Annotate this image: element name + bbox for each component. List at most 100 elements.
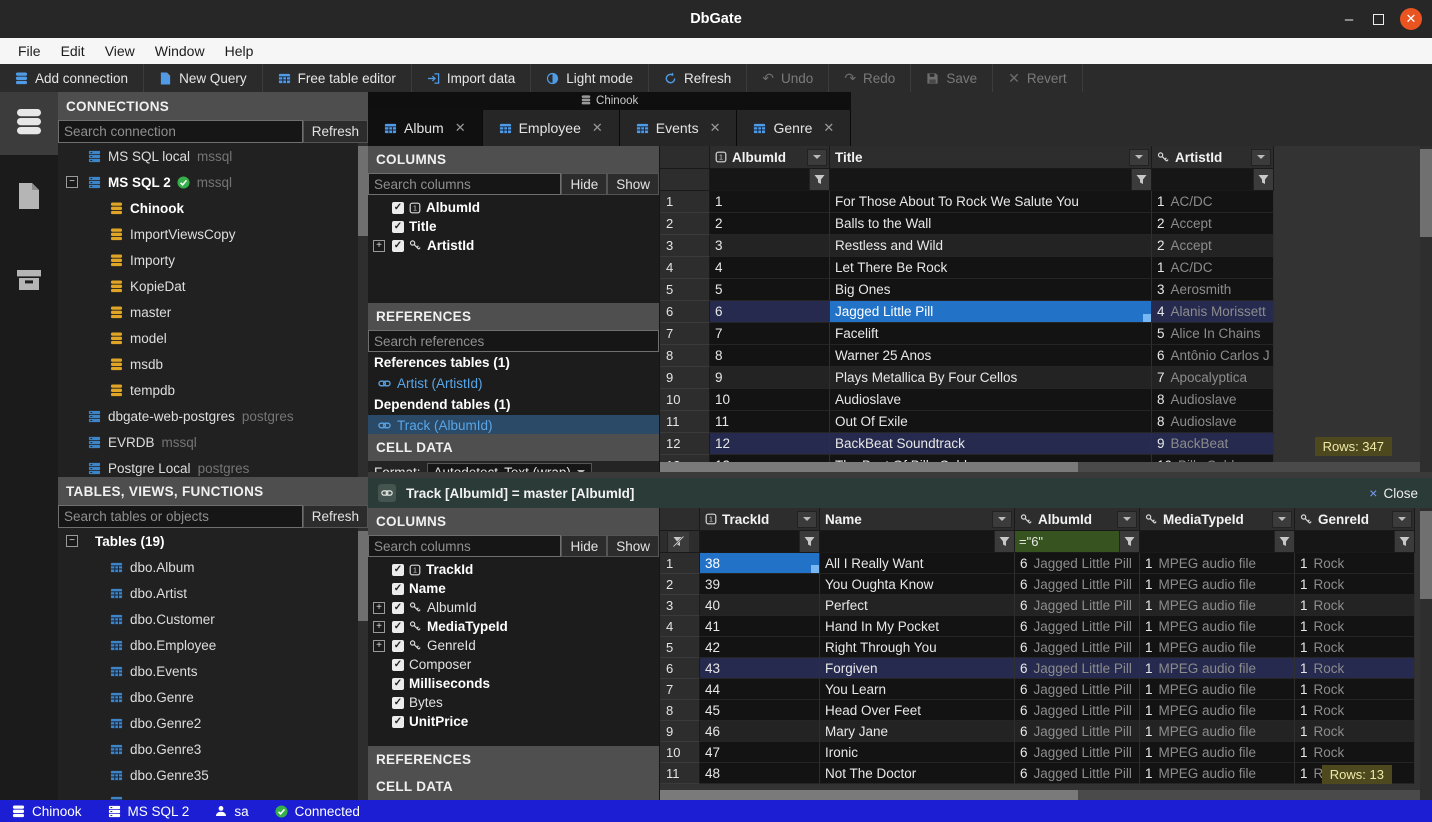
expand-icon[interactable]: + [373, 240, 385, 252]
toolbar-new-query-button[interactable]: New Query [144, 64, 263, 92]
cell[interactable]: 10Billy Cobham [1152, 455, 1274, 462]
cell[interactable]: Head Over Feet [820, 700, 1015, 721]
celldata-section-header[interactable]: CELL DATA [368, 434, 659, 461]
menu-file[interactable]: File [8, 43, 51, 59]
menu-edit[interactable]: Edit [51, 43, 95, 59]
filter-input-albumid[interactable] [710, 169, 809, 190]
tab-genre[interactable]: Genre✕ [737, 110, 851, 146]
column-menu-button[interactable] [807, 149, 827, 166]
hide-button[interactable]: Hide [561, 173, 607, 195]
connections-refresh-button[interactable]: Refresh [303, 120, 368, 143]
show-button[interactable]: Show [607, 535, 659, 557]
cell[interactable]: 2Accept [1152, 213, 1274, 235]
collapse-icon[interactable]: − [66, 535, 78, 547]
cell[interactable]: 1AC/DC [1152, 257, 1274, 279]
row-number[interactable]: 2 [660, 213, 710, 235]
cell[interactable]: 7Apocalyptica [1152, 367, 1274, 389]
cell[interactable]: 11 [710, 411, 830, 433]
connection-item-tempdb[interactable]: tempdb [58, 377, 368, 403]
horizontal-scrollbar[interactable] [660, 462, 1420, 472]
cell[interactable]: Perfect [820, 595, 1015, 616]
close-button[interactable]: ✕ [1400, 8, 1422, 30]
row-number[interactable]: 7 [660, 679, 700, 700]
toolbar-add-connection-button[interactable]: Add connection [0, 64, 144, 92]
cell[interactable]: 7 [710, 323, 830, 345]
column-item-composer[interactable]: ✓Composer [368, 655, 659, 674]
cell[interactable]: 1MPEG audio file [1140, 658, 1295, 679]
row-number[interactable]: 11 [660, 763, 700, 784]
row-number[interactable]: 8 [660, 345, 710, 367]
cell[interactable]: You Learn [820, 679, 1015, 700]
menu-view[interactable]: View [95, 43, 145, 59]
cell[interactable]: 43 [700, 658, 820, 679]
close-icon[interactable]: ✕ [592, 120, 603, 136]
table-item-dbo-artist[interactable]: dbo.Artist [58, 580, 368, 606]
column-checkbox[interactable]: ✓ [392, 202, 404, 214]
table-item-dbo-genre2[interactable]: dbo.Genre2 [58, 710, 368, 736]
connection-item-importviewscopy[interactable]: ImportViewsCopy [58, 221, 368, 247]
column-checkbox[interactable]: ✓ [392, 240, 404, 252]
tab-album[interactable]: Album✕ [368, 110, 483, 146]
cell[interactable]: Out Of Exile [830, 411, 1152, 433]
cell[interactable]: 3Aerosmith [1152, 279, 1274, 301]
cell[interactable]: 41 [700, 616, 820, 637]
cell[interactable]: 5 [710, 279, 830, 301]
cell[interactable]: 1AC/DC [1152, 191, 1274, 213]
column-item-trackid[interactable]: ✓1TrackId [368, 560, 659, 579]
cell[interactable]: Warner 25 Anos [830, 345, 1152, 367]
expand-icon[interactable]: + [373, 621, 385, 633]
toolbar-redo-button[interactable]: ↷Redo [829, 64, 911, 92]
columns-section-header[interactable]: COLUMNS [368, 146, 659, 173]
row-number[interactable]: 6 [660, 658, 700, 679]
column-header-albumid[interactable]: 1AlbumId [710, 146, 830, 169]
cell[interactable]: Ironic [820, 742, 1015, 763]
row-number[interactable]: 9 [660, 721, 700, 742]
column-checkbox[interactable]: ✓ [392, 602, 404, 614]
cell[interactable]: 6Antônio Carlos J [1152, 345, 1274, 367]
cell[interactable]: 45 [700, 700, 820, 721]
column-menu-button[interactable] [1251, 149, 1271, 166]
horizontal-scrollbar[interactable] [660, 790, 1420, 800]
row-number[interactable]: 10 [660, 389, 710, 411]
menu-help[interactable]: Help [215, 43, 264, 59]
table-item-dbo-employee[interactable]: dbo.Employee [58, 632, 368, 658]
row-number[interactable]: 4 [660, 616, 700, 637]
cell[interactable]: 1MPEG audio file [1140, 742, 1295, 763]
vertical-scrollbar[interactable] [1420, 146, 1432, 472]
connection-item-model[interactable]: model [58, 325, 368, 351]
cell[interactable]: 1 [710, 191, 830, 213]
collapse-icon[interactable]: − [66, 176, 78, 188]
row-number[interactable]: 1 [660, 553, 700, 574]
cell[interactable]: 6 [710, 301, 830, 323]
column-checkbox[interactable]: ✓ [392, 583, 404, 595]
row-number[interactable]: 12 [660, 433, 710, 455]
row-number[interactable]: 3 [660, 595, 700, 616]
close-icon[interactable]: ✕ [823, 120, 834, 136]
filter-icon[interactable] [799, 531, 819, 552]
table-item-dbo-customer[interactable]: dbo.Customer [58, 606, 368, 632]
tab-events[interactable]: Events✕ [620, 110, 738, 146]
cell[interactable]: Right Through You [820, 637, 1015, 658]
cell[interactable]: 1Rock [1295, 616, 1415, 637]
filter-icon[interactable] [1131, 169, 1151, 190]
column-checkbox[interactable]: ✓ [392, 640, 404, 652]
cell[interactable]: 6Jagged Little Pill [1015, 595, 1140, 616]
cell[interactable]: Balls to the Wall [830, 213, 1152, 235]
close-icon[interactable]: ✕ [710, 120, 721, 136]
show-button[interactable]: Show [607, 173, 659, 195]
cell[interactable]: 2Accept [1152, 235, 1274, 257]
column-header-albumid[interactable]: AlbumId [1015, 508, 1140, 531]
connection-item-master[interactable]: master [58, 299, 368, 325]
cell[interactable]: 1Rock [1295, 595, 1415, 616]
cell[interactable]: 9 [710, 367, 830, 389]
cell[interactable]: 9BackBeat [1152, 433, 1274, 455]
row-number[interactable]: 3 [660, 235, 710, 257]
cell[interactable]: 40 [700, 595, 820, 616]
row-number[interactable]: 13 [660, 455, 710, 462]
maximize-button[interactable] [1373, 14, 1384, 25]
cell[interactable]: 2 [710, 213, 830, 235]
row-number[interactable]: 7 [660, 323, 710, 345]
column-checkbox[interactable]: ✓ [392, 659, 404, 671]
filter-input-trackid[interactable] [700, 531, 799, 552]
cell[interactable]: 6Jagged Little Pill [1015, 658, 1140, 679]
